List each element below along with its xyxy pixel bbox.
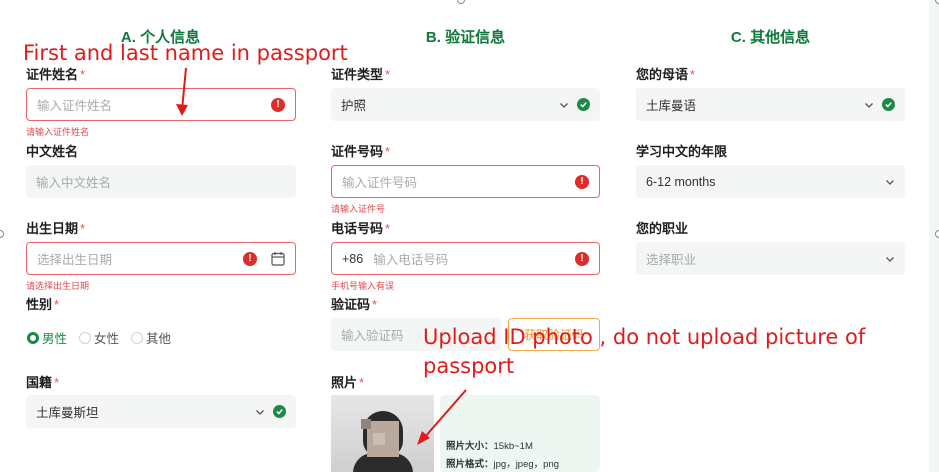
birth-date-label: 出生日期 * bbox=[26, 221, 86, 236]
birth-date-placeholder: 选择出生日期 bbox=[37, 253, 113, 267]
annotation-arrow-name bbox=[176, 67, 188, 116]
study-years-label: 学习中文的年限 bbox=[636, 144, 728, 159]
id-type-label: 证件类型 * bbox=[331, 67, 391, 82]
gender-radio-group: 男性 女性 其他 bbox=[27, 328, 183, 347]
phone-placeholder: 输入电话号码 bbox=[373, 253, 449, 267]
section-title-verification: B. 验证信息 bbox=[425, 29, 506, 46]
id-number-label: 证件号码 * bbox=[331, 144, 391, 159]
resize-handle-left[interactable] bbox=[0, 230, 4, 238]
resize-handle-top[interactable] bbox=[457, 0, 465, 4]
gender-label: 性别 * bbox=[26, 297, 60, 312]
gender-option-other[interactable]: 其他 bbox=[131, 328, 171, 347]
phone-label: 电话号码 * bbox=[331, 221, 391, 236]
nationality-label: 国籍 * bbox=[26, 375, 60, 390]
nationality-select[interactable]: 土库曼斯坦 bbox=[26, 395, 296, 428]
native-language-label: 您的母语 * bbox=[636, 67, 696, 82]
annotation-arrow-photo bbox=[417, 389, 467, 445]
id-name-placeholder: 输入证件姓名 bbox=[37, 99, 113, 113]
birth-date-error: 请选择出生日期 bbox=[26, 281, 90, 291]
id-number-error: 请输入证件号 bbox=[331, 204, 386, 214]
id-type-select[interactable]: 护照 bbox=[331, 88, 600, 121]
annotation-name-note: First and last name in passport bbox=[23, 41, 348, 65]
gender-option-male[interactable]: 男性 bbox=[27, 328, 67, 347]
chevron-down-icon bbox=[256, 409, 264, 415]
chinese-name-label: 中文姓名 bbox=[26, 144, 79, 159]
id-name-error: 请输入证件姓名 bbox=[26, 127, 90, 137]
id-name-input[interactable]: 输入证件姓名 ! bbox=[26, 88, 296, 121]
native-language-select[interactable]: 土库曼语 bbox=[636, 88, 905, 121]
check-circle-icon bbox=[577, 98, 590, 111]
phone-input[interactable]: +86 输入电话号码 ! bbox=[331, 242, 600, 275]
error-icon: ! bbox=[575, 251, 589, 266]
birth-date-input[interactable]: 选择出生日期 ! bbox=[26, 242, 296, 275]
id-name-label: 证件姓名 * bbox=[26, 67, 86, 82]
error-icon: ! bbox=[243, 251, 257, 266]
check-circle-icon bbox=[273, 405, 286, 418]
error-icon: ! bbox=[271, 97, 285, 112]
radio-icon bbox=[27, 331, 39, 344]
phone-country-code[interactable]: +86 bbox=[342, 252, 363, 266]
chevron-down-icon bbox=[886, 179, 894, 185]
radio-icon bbox=[131, 331, 144, 344]
occupation-label: 您的职业 bbox=[636, 221, 689, 236]
registration-form: A. 个人信息 B. 验证信息 C. 其他信息 证件姓名 * 输入证件姓名 ! 请… bbox=[0, 0, 939, 472]
native-language-value: 土库曼语 bbox=[646, 99, 697, 113]
chinese-name-placeholder: 输入中文姓名 bbox=[36, 176, 112, 190]
resize-handle-right[interactable] bbox=[935, 230, 939, 238]
check-circle-icon bbox=[882, 98, 895, 111]
chevron-down-icon bbox=[886, 256, 894, 262]
code-label: 验证码 * bbox=[331, 297, 378, 312]
photo-format-info: 照片格式：jpg，jpeg，png bbox=[446, 459, 560, 470]
section-title-other: C. 其他信息 bbox=[730, 29, 811, 46]
study-years-select[interactable]: 6-12 months bbox=[636, 165, 905, 198]
photo-label: 照片 * bbox=[331, 375, 365, 390]
study-years-value: 6-12 months bbox=[646, 174, 716, 189]
occupation-select[interactable]: 选择职业 bbox=[636, 242, 905, 275]
phone-error: 手机号输入有误 bbox=[331, 281, 395, 291]
gender-option-female[interactable]: 女性 bbox=[79, 328, 119, 347]
id-number-input[interactable]: 输入证件号码 ! bbox=[331, 165, 600, 198]
calendar-icon[interactable] bbox=[271, 251, 285, 266]
chinese-name-input[interactable]: 输入中文姓名 bbox=[26, 165, 296, 198]
chevron-down-icon bbox=[865, 102, 873, 108]
id-type-value: 护照 bbox=[341, 99, 367, 113]
chevron-down-icon bbox=[560, 102, 568, 108]
occupation-placeholder: 选择职业 bbox=[646, 253, 697, 267]
nationality-value: 土库曼斯坦 bbox=[36, 406, 99, 420]
id-number-placeholder: 输入证件号码 bbox=[342, 176, 418, 190]
error-icon: ! bbox=[575, 174, 589, 189]
annotation-photo-note-line2: passport bbox=[423, 354, 515, 378]
radio-icon bbox=[79, 331, 92, 344]
annotation-photo-note-line1: Upload ID photo , do not upload picture … bbox=[423, 325, 866, 349]
